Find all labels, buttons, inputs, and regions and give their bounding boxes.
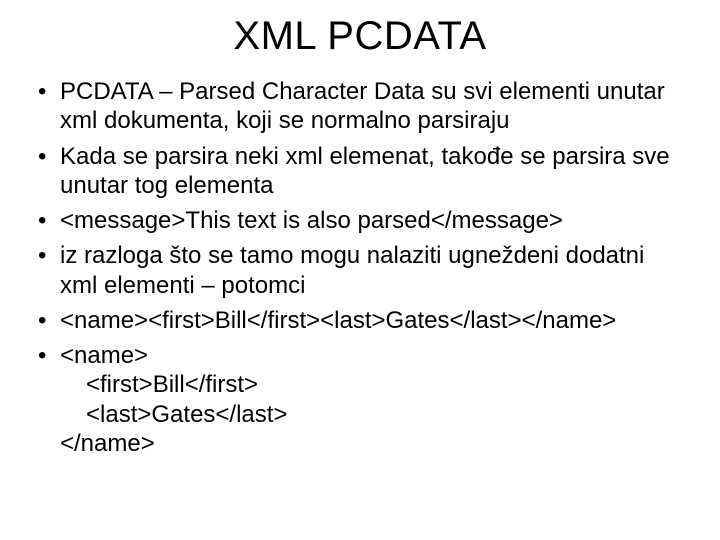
code-line: <last>Gates</last>: [60, 400, 686, 429]
slide-title: XML PCDATA: [30, 14, 690, 59]
code-line: <name>: [60, 342, 148, 369]
code-line: </name>: [60, 430, 155, 457]
list-item: <name> <first>Bill</first> <last>Gates</…: [34, 341, 686, 458]
slide: XML PCDATA PCDATA – Parsed Character Dat…: [0, 0, 720, 540]
bullet-list: PCDATA – Parsed Character Data su svi el…: [30, 77, 690, 458]
list-item: iz razloga što se tamo mogu nalaziti ugn…: [34, 241, 686, 300]
list-item: PCDATA – Parsed Character Data su svi el…: [34, 77, 686, 136]
list-item: <name><first>Bill</first><last>Gates</la…: [34, 306, 686, 335]
list-item: Kada se parsira neki xml elemenat, takođ…: [34, 142, 686, 201]
code-line: <first>Bill</first>: [60, 370, 686, 399]
list-item: <message>This text is also parsed</messa…: [34, 206, 686, 235]
